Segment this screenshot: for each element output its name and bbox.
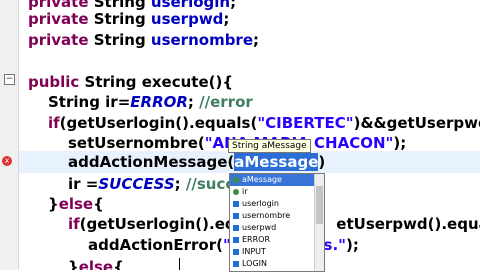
code-line: private String usernombre; <box>28 29 259 51</box>
keyword: public <box>28 73 80 91</box>
text-cursor <box>179 258 180 270</box>
assist-item[interactable]: userpwd <box>230 222 324 234</box>
constant: ERROR <box>130 93 188 111</box>
code-text: )&&getUserpwd( <box>353 114 480 132</box>
selected-parameter[interactable]: aMessage <box>234 153 319 171</box>
code-text: ); <box>346 236 359 254</box>
constant-icon <box>233 249 239 255</box>
assist-item[interactable]: userlogin <box>230 198 324 210</box>
code-line: }else{ <box>68 256 124 270</box>
assist-item-label: userlogin <box>242 199 279 208</box>
code-text: addActionError( <box>88 236 223 254</box>
code-text: ); <box>393 134 407 152</box>
code-text: { <box>93 195 104 213</box>
keyword: if <box>68 215 80 233</box>
code-text: String ir= <box>48 93 131 111</box>
assist-item[interactable]: INPUT <box>230 246 324 258</box>
punctuation: ; <box>230 0 237 11</box>
assist-item-label: ir <box>242 187 248 196</box>
code-line: private String userpwd; <box>28 8 229 30</box>
parameter-hint-tooltip: String aMessage <box>228 139 311 153</box>
error-marker-icon[interactable]: x <box>2 156 12 166</box>
field-icon <box>233 213 239 219</box>
keyword: private <box>28 10 89 28</box>
editor-gutter: − x <box>0 0 19 270</box>
code-line: }else{ <box>48 193 104 215</box>
constant-icon <box>233 237 239 243</box>
type-name: String <box>88 31 151 49</box>
type-name: String <box>88 10 151 28</box>
keyword: if <box>48 114 60 132</box>
assist-item-label: aMessage <box>242 175 282 184</box>
punctuation: ; <box>223 10 230 28</box>
code-text: ; <box>187 93 200 111</box>
code-text: ; <box>174 175 186 193</box>
keyword: private <box>28 31 89 49</box>
assist-item[interactable]: ir <box>230 186 324 198</box>
assist-item[interactable]: usernombre <box>230 210 324 222</box>
assist-item-label: INPUT <box>242 247 266 256</box>
scrollbar-thumb[interactable] <box>316 186 323 224</box>
code-line: String ir=ERROR; //error <box>48 91 253 113</box>
code-text: ir = <box>68 175 99 193</box>
code-line: if(getUserlogin().equals("CIBERTEC")&&ge… <box>48 112 480 134</box>
code-text: (getUserlogin().equ <box>79 215 247 233</box>
punctuation: ; <box>253 31 260 49</box>
code-text: setUsernombre( <box>68 134 205 152</box>
code-text: } <box>48 195 59 213</box>
code-text: } <box>68 258 79 270</box>
local-variable-icon <box>233 189 239 195</box>
field-name: usernombre <box>150 31 254 49</box>
assist-item[interactable]: aMessage <box>230 174 324 186</box>
fold-toggle-icon[interactable]: − <box>4 74 15 85</box>
assist-item[interactable]: LOGIN <box>230 258 324 270</box>
constant: SUCCESS <box>98 175 175 193</box>
field-icon <box>233 225 239 231</box>
assist-item-label: LOGIN <box>242 259 268 268</box>
keyword: else <box>78 258 114 270</box>
code-text: addActionMessage( <box>68 153 235 171</box>
code-text: etUserpwd().equals <box>336 215 480 233</box>
popup-scrollbar[interactable] <box>314 174 324 271</box>
code-text: (getUserlogin().equals( <box>59 114 258 132</box>
assist-item-label: ERROR <box>242 235 271 244</box>
string-literal: "CIBERTEC" <box>257 114 354 132</box>
code-line: ir =SUCCESS; //succe <box>68 173 244 195</box>
content-assist-popup[interactable]: aMessage ir userlogin usernombre userpwd… <box>229 173 325 272</box>
assist-item-label: usernombre <box>242 211 291 220</box>
code-text: { <box>113 258 124 270</box>
field-name: userpwd <box>150 10 224 28</box>
code-text: ) <box>318 153 326 171</box>
field-icon <box>233 201 239 207</box>
keyword: else <box>58 195 94 213</box>
code-line: public String execute(){ <box>28 71 233 93</box>
comment: //error <box>199 93 253 111</box>
code-line: addActionMessage(aMessage) <box>68 151 325 173</box>
method-signature: String execute(){ <box>79 73 234 91</box>
assist-item-label: userpwd <box>242 223 277 232</box>
assist-item[interactable]: ERROR <box>230 234 324 246</box>
local-variable-icon <box>233 177 239 183</box>
constant-icon <box>233 261 239 267</box>
